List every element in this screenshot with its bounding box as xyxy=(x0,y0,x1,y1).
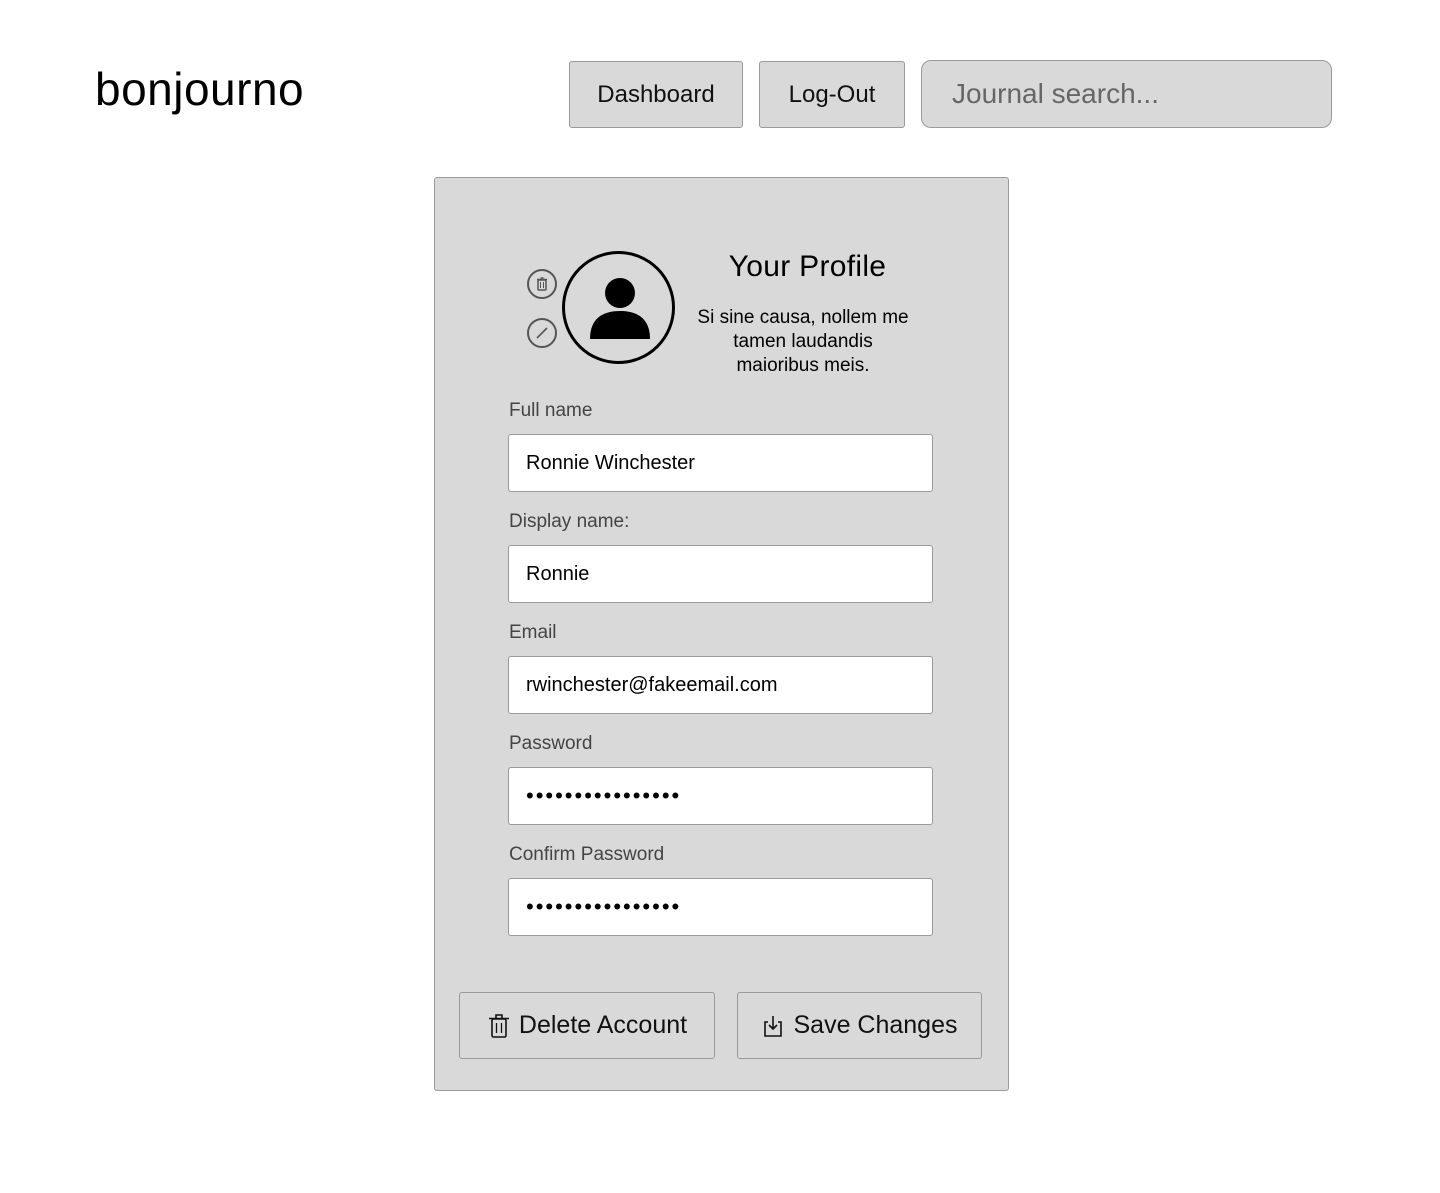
logout-button[interactable]: Log-Out xyxy=(759,61,905,128)
save-changes-button[interactable]: Save Changes xyxy=(737,992,982,1059)
save-changes-label: Save Changes xyxy=(793,1011,958,1039)
avatar[interactable] xyxy=(562,251,675,364)
email-field[interactable] xyxy=(508,656,933,714)
delete-avatar-button[interactable] xyxy=(527,269,557,299)
page-title: Your Profile xyxy=(728,250,887,283)
app-logo: bonjourno xyxy=(95,63,305,115)
trash-icon xyxy=(488,1013,509,1038)
display-name-label: Display name: xyxy=(509,511,630,532)
confirm-password-field[interactable] xyxy=(508,878,933,936)
delete-account-label: Delete Account xyxy=(518,1011,688,1039)
email-label: Email xyxy=(509,622,557,643)
display-name-field[interactable] xyxy=(508,545,933,603)
full-name-label: Full name xyxy=(509,400,593,421)
profile-card: Your Profile Si sine causa, nollem me ta… xyxy=(434,177,1009,1091)
dashboard-button[interactable]: Dashboard xyxy=(569,61,743,128)
user-silhouette-icon xyxy=(589,277,650,339)
trash-icon xyxy=(537,277,547,291)
full-name-field[interactable] xyxy=(508,434,933,492)
delete-account-button[interactable]: Delete Account xyxy=(459,992,715,1059)
password-label: Password xyxy=(509,733,593,754)
edit-avatar-button[interactable] xyxy=(527,318,557,348)
confirm-password-label: Confirm Password xyxy=(509,844,665,865)
journal-search-input[interactable] xyxy=(921,60,1332,128)
download-save-icon xyxy=(764,1015,783,1037)
edit-icon xyxy=(536,327,548,339)
profile-description: Si sine causa, nollem me tamen laudandis… xyxy=(697,307,909,376)
password-field[interactable] xyxy=(508,767,933,825)
